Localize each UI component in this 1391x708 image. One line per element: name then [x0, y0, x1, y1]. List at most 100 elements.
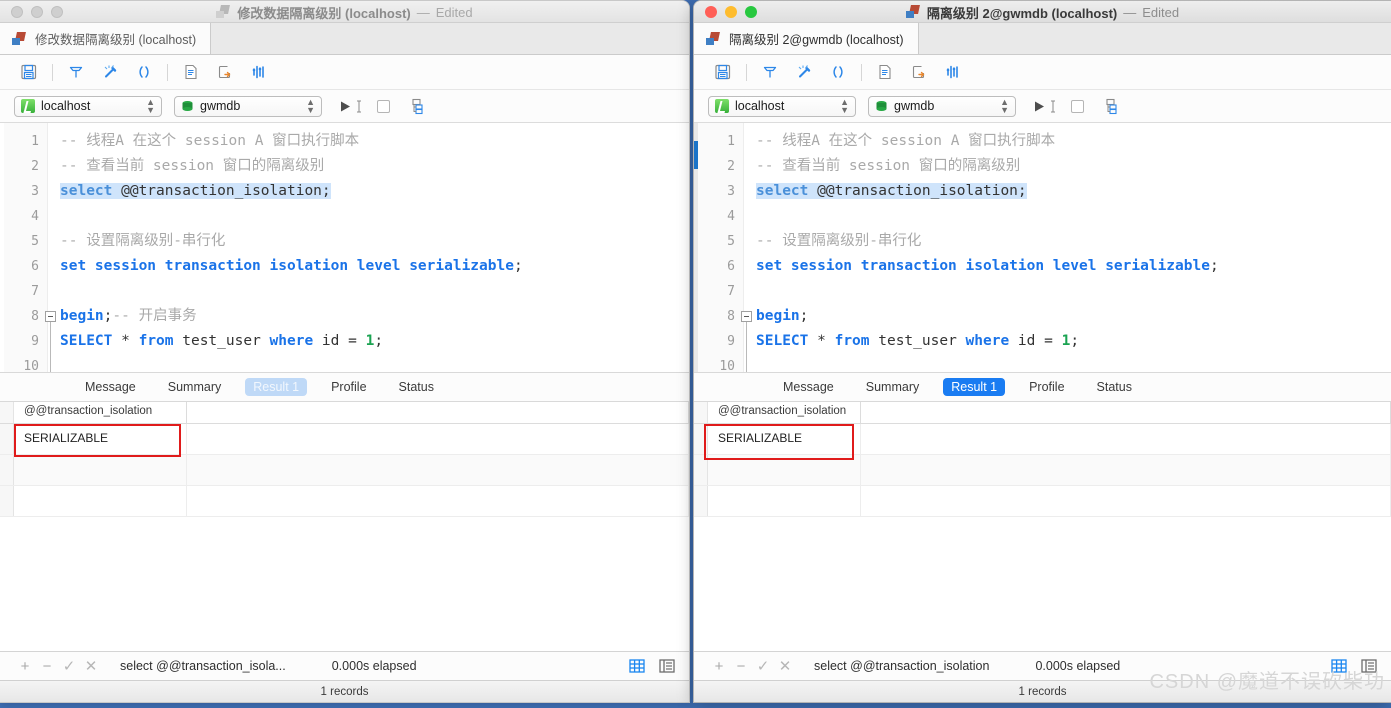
result-tab-summary[interactable]: Summary	[160, 378, 229, 396]
cell-empty[interactable]	[187, 424, 689, 454]
profile-icon[interactable]	[242, 59, 276, 85]
parentheses-icon[interactable]	[821, 59, 855, 85]
fold-toggle-icon[interactable]	[45, 311, 56, 322]
result-tab-message[interactable]: Message	[77, 378, 144, 396]
stop-on-error-checkbox[interactable]	[377, 99, 390, 113]
cell-empty[interactable]	[861, 424, 1391, 454]
result-grid-right[interactable]: @@transaction_isolation SERIALIZABLE	[694, 402, 1391, 651]
save-button[interactable]	[12, 59, 46, 85]
titlebar-right[interactable]: 隔离级别 2@gwmdb (localhost) — Edited	[694, 1, 1391, 23]
code-line[interactable]: begin;	[756, 304, 1391, 329]
tabbar-left[interactable]: 修改数据隔离级别 (localhost)	[0, 23, 689, 55]
view-toggle-group-left[interactable]	[629, 658, 689, 674]
code-line[interactable]: SELECT * from test_user where id = 1;	[60, 329, 689, 354]
connection-bar-right[interactable]: localhost ▲ ▼ gwmdb ▲ ▼	[694, 90, 1391, 123]
run-button[interactable]	[338, 99, 363, 114]
code-line[interactable]: -- 线程A 在这个 session A 窗口执行脚本	[60, 129, 689, 154]
result-tab-profile[interactable]: Profile	[1021, 378, 1072, 396]
code-line[interactable]	[60, 354, 689, 372]
parentheses-icon[interactable]	[127, 59, 161, 85]
code-line[interactable]: -- 设置隔离级别-串行化	[60, 229, 689, 254]
server-select[interactable]: localhost ▲ ▼	[708, 95, 856, 117]
code-line[interactable]	[60, 279, 689, 304]
grid-view-icon[interactable]	[1331, 658, 1347, 674]
connection-bar-left[interactable]: localhost ▲ ▼ gwmdb ▲ ▼	[0, 90, 689, 123]
export-icon[interactable]	[208, 59, 242, 85]
editor-right[interactable]: 123456789101112 -- 线程A 在这个 session A 窗口执…	[694, 123, 1391, 372]
column-header-empty[interactable]	[187, 402, 689, 423]
result-footer-right[interactable]: + − ✓ ✕ select @@transaction_isolation 0…	[694, 651, 1391, 680]
column-header-empty[interactable]	[861, 402, 1391, 423]
run-button[interactable]	[1032, 99, 1057, 114]
traffic-lights-right[interactable]	[694, 5, 757, 18]
code-line[interactable]: SELECT * from test_user where id = 1;	[756, 329, 1391, 354]
zoom-button[interactable]	[51, 5, 63, 18]
database-select[interactable]: gwmdb ▲ ▼	[174, 95, 322, 117]
result-tab-result-1[interactable]: Result 1	[245, 378, 308, 396]
document-icon[interactable]	[868, 59, 902, 85]
tab-query-left[interactable]: 修改数据隔离级别 (localhost)	[0, 23, 212, 54]
result-tab-profile[interactable]: Profile	[323, 378, 374, 396]
result-tabs-left[interactable]: Message Summary Result 1 Profile Status	[0, 372, 689, 402]
window-right[interactable]: 隔离级别 2@gwmdb (localhost) — Edited 隔离级别 2…	[693, 0, 1391, 703]
document-icon[interactable]	[174, 59, 208, 85]
code-line[interactable]: -- 线程A 在这个 session A 窗口执行脚本	[756, 129, 1391, 154]
cancel-button[interactable]: ✕	[80, 657, 102, 675]
window-left[interactable]: 修改数据隔离级别 (localhost) — Edited 修改数据隔离级别 (…	[0, 0, 690, 703]
code-line[interactable]: select @@transaction_isolation;	[756, 179, 1391, 204]
result-tab-status[interactable]: Status	[1089, 378, 1140, 396]
database-select[interactable]: gwmdb ▲ ▼	[868, 95, 1016, 117]
result-tab-message[interactable]: Message	[775, 378, 842, 396]
tab-query-right[interactable]: 隔离级别 2@gwmdb (localhost)	[694, 23, 919, 54]
toolbar-right[interactable]	[694, 55, 1391, 90]
table-row[interactable]: SERIALIZABLE	[694, 424, 1391, 455]
sql-code-right[interactable]: -- 线程A 在这个 session A 窗口执行脚本 -- 查看当前 sessi…	[744, 123, 1391, 372]
minimize-button[interactable]	[725, 5, 737, 18]
code-line[interactable]: -- 查看当前 session 窗口的隔离级别	[60, 154, 689, 179]
close-button[interactable]	[705, 5, 717, 18]
code-line[interactable]	[60, 204, 689, 229]
cell-isolation-value[interactable]: SERIALIZABLE	[708, 424, 861, 454]
stop-on-error-checkbox[interactable]	[1071, 99, 1084, 113]
confirm-button[interactable]: ✓	[752, 657, 774, 675]
result-grid-left[interactable]: @@transaction_isolation SERIALIZABLE	[0, 402, 689, 651]
remove-record-button[interactable]: −	[730, 658, 752, 675]
save-button[interactable]	[706, 59, 740, 85]
code-line[interactable]: set session transaction isolation level …	[60, 254, 689, 279]
export-icon[interactable]	[902, 59, 936, 85]
beautify-icon[interactable]	[59, 59, 93, 85]
traffic-lights-left[interactable]	[0, 5, 63, 18]
code-line[interactable]	[756, 279, 1391, 304]
close-button[interactable]	[11, 5, 23, 18]
code-line[interactable]	[756, 354, 1391, 372]
cancel-button[interactable]: ✕	[774, 657, 796, 675]
form-view-icon[interactable]	[1361, 658, 1377, 674]
explain-plan-icon[interactable]	[408, 98, 425, 115]
code-line[interactable]: select @@transaction_isolation;	[60, 179, 689, 204]
beautify-icon[interactable]	[753, 59, 787, 85]
column-header[interactable]: @@transaction_isolation	[708, 402, 861, 423]
remove-record-button[interactable]: −	[36, 658, 58, 675]
minimize-button[interactable]	[31, 5, 43, 18]
result-footer-left[interactable]: + − ✓ ✕ select @@transaction_isola... 0.…	[0, 651, 689, 680]
result-grid-body-left[interactable]: SERIALIZABLE	[0, 424, 689, 651]
fold-toggle-icon[interactable]	[741, 311, 752, 322]
server-select[interactable]: localhost ▲ ▼	[14, 95, 162, 117]
editor-left[interactable]: 123456789101112131415 -- 线程A 在这个 session…	[0, 123, 689, 372]
result-grid-body-right[interactable]: SERIALIZABLE	[694, 424, 1391, 651]
zoom-button[interactable]	[745, 5, 757, 18]
grid-view-icon[interactable]	[629, 658, 645, 674]
confirm-button[interactable]: ✓	[58, 657, 80, 675]
magic-wand-icon[interactable]	[787, 59, 821, 85]
result-tab-status[interactable]: Status	[391, 378, 442, 396]
cell-isolation-value[interactable]: SERIALIZABLE	[14, 424, 187, 454]
table-row[interactable]: SERIALIZABLE	[0, 424, 689, 455]
tabbar-right[interactable]: 隔离级别 2@gwmdb (localhost)	[694, 23, 1391, 55]
result-tabs-right[interactable]: Message Summary Result 1 Profile Status	[694, 372, 1391, 402]
result-tab-result-1[interactable]: Result 1	[943, 378, 1006, 396]
magic-wand-icon[interactable]	[93, 59, 127, 85]
code-line[interactable]: -- 查看当前 session 窗口的隔离级别	[756, 154, 1391, 179]
titlebar-left[interactable]: 修改数据隔离级别 (localhost) — Edited	[0, 1, 689, 23]
sql-code-left[interactable]: -- 线程A 在这个 session A 窗口执行脚本 -- 查看当前 sessi…	[48, 123, 689, 372]
add-record-button[interactable]: +	[708, 658, 730, 675]
